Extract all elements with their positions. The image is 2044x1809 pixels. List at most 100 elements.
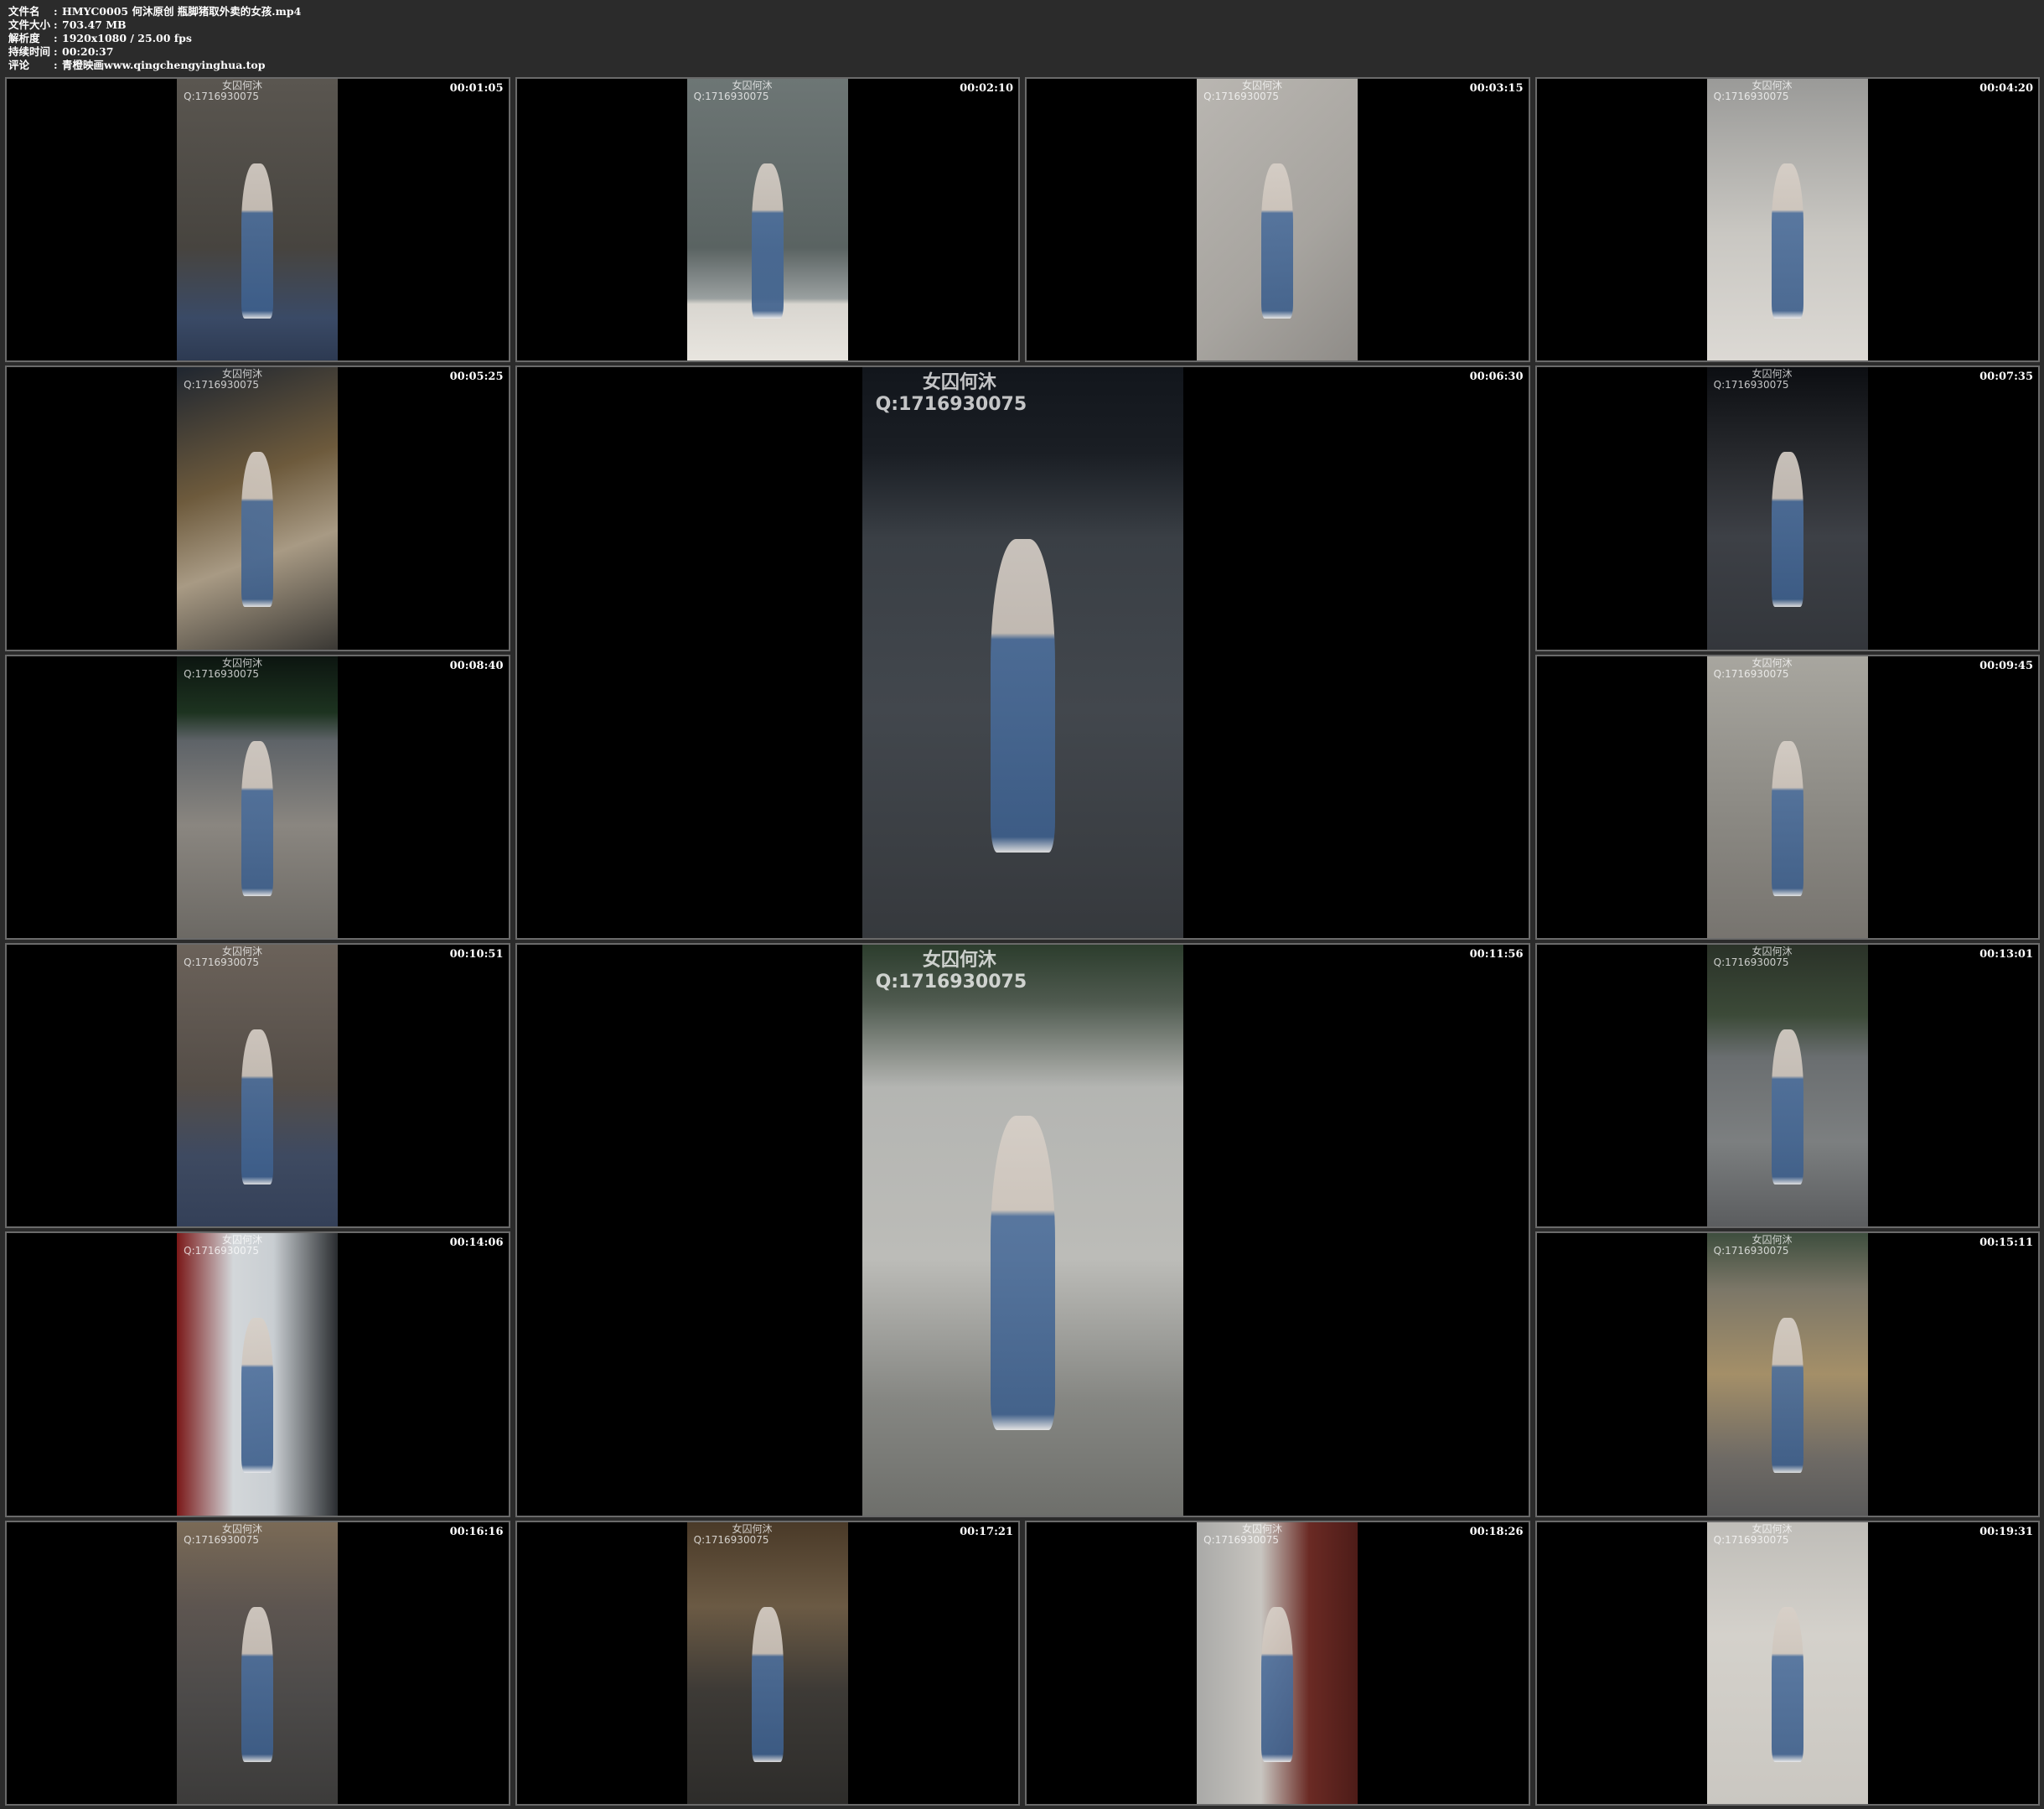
thumbnail-tile[interactable]: 女囚何沐 Q:1716930075 00:19:31 — [1534, 1520, 2040, 1806]
figure-silhouette — [241, 1029, 274, 1184]
figure-silhouette — [751, 1606, 784, 1762]
meta-label: 文件名 — [8, 5, 40, 18]
thumbnail-tile[interactable]: 女囚何沐 Q:1716930075 00:10:51 — [5, 943, 510, 1229]
video-frame: 女囚何沐 Q:1716930075 — [177, 1233, 338, 1516]
video-frame: 女囚何沐 Q:1716930075 — [862, 945, 1183, 1516]
figure-silhouette — [1771, 1029, 1803, 1184]
watermark: 女囚何沐 Q:1716930075 — [184, 369, 331, 391]
video-frame: 女囚何沐 Q:1716930075 — [1706, 656, 1868, 938]
video-frame: 女囚何沐 Q:1716930075 — [1197, 79, 1358, 361]
watermark-qq: Q:1716930075 — [1713, 667, 1789, 680]
thumbnail-tile[interactable]: 女囚何沐 Q:1716930075 00:01:05 — [5, 77, 510, 363]
timestamp: 00:16:16 — [449, 1525, 504, 1538]
meta-label: 评论 — [8, 59, 30, 71]
watermark: 女囚何沐 Q:1716930075 — [1714, 1523, 1861, 1546]
watermark-qq: Q:1716930075 — [184, 956, 259, 968]
watermark: 女囚何沐 Q:1716930075 — [184, 657, 331, 680]
watermark: 女囚何沐 Q:1716930075 — [694, 80, 841, 102]
meta-row-duration: 持续时间:00:20:37 — [8, 45, 114, 58]
thumbnail-tile[interactable]: 女囚何沐 Q:1716930075 00:18:26 — [1025, 1520, 1530, 1806]
watermark-name: 女囚何沐 — [922, 372, 996, 394]
timestamp: 00:09:45 — [1979, 659, 2033, 672]
thumbnail-tile[interactable]: 女囚何沐 Q:1716930075 00:16:16 — [5, 1520, 510, 1806]
thumbnail-tile[interactable]: 女囚何沐 Q:1716930075 00:15:11 — [1534, 1231, 2040, 1517]
meta-row-comment: 评论: 青橙映画www.qingchengyinghua.top — [8, 59, 266, 71]
watermark-qq: Q:1716930075 — [693, 1533, 769, 1546]
thumbnail-tile[interactable]: 女囚何沐 Q:1716930075 00:02:10 — [515, 77, 1020, 363]
thumbnail-tile[interactable]: 女囚何沐 Q:1716930075 00:13:01 — [1534, 943, 2040, 1229]
meta-value-filesize: 703.47 MB — [62, 18, 127, 31]
meta-label: 解析度 — [8, 32, 40, 44]
timestamp: 00:04:20 — [1979, 82, 2033, 95]
figure-silhouette — [241, 740, 274, 896]
thumbnail-tile-large[interactable]: 女囚何沐 Q:1716930075 00:11:56 — [515, 943, 1530, 1517]
meta-label: 持续时间 — [8, 45, 51, 58]
timestamp: 00:07:35 — [1979, 371, 2033, 384]
figure-silhouette — [991, 538, 1055, 853]
timestamp: 00:11:56 — [1469, 948, 1524, 961]
video-frame: 女囚何沐 Q:1716930075 — [177, 79, 338, 361]
watermark-qq: Q:1716930075 — [693, 91, 769, 102]
video-frame: 女囚何沐 Q:1716930075 — [1706, 1521, 1868, 1804]
video-frame: 女囚何沐 Q:1716930075 — [862, 367, 1183, 938]
figure-silhouette — [241, 1606, 274, 1762]
watermark-qq: Q:1716930075 — [184, 1245, 259, 1257]
timestamp: 00:14:06 — [449, 1236, 504, 1250]
watermark-qq: Q:1716930075 — [875, 394, 1027, 416]
figure-silhouette — [241, 163, 274, 319]
meta-row-resolution: 解析度:1920x1080 / 25.00 fps — [8, 32, 192, 44]
meta-value-filename: HMYC0005 何沐原创 瓶脚猪取外卖的女孩.mp4 — [62, 5, 302, 18]
watermark: 女囚何沐 Q:1716930075 — [184, 1523, 331, 1546]
watermark-qq: Q:1716930075 — [1713, 1245, 1789, 1257]
watermark-qq: Q:1716930075 — [1713, 956, 1789, 968]
thumbnail-tile[interactable]: 女囚何沐 Q:1716930075 00:14:06 — [5, 1231, 510, 1517]
watermark-qq: Q:1716930075 — [1203, 1533, 1279, 1546]
thumbnail-tile[interactable]: 女囚何沐 Q:1716930075 00:03:15 — [1025, 77, 1530, 363]
timestamp: 00:08:40 — [449, 659, 504, 672]
thumbnail-tile[interactable]: 女囚何沐 Q:1716930075 00:05:25 — [5, 365, 510, 651]
meta-row-filesize: 文件大小:703.47 MB — [8, 18, 127, 31]
thumbnail-tile[interactable]: 女囚何沐 Q:1716930075 00:04:20 — [1534, 77, 2040, 363]
watermark-qq: Q:1716930075 — [1713, 379, 1789, 391]
watermark-qq: Q:1716930075 — [184, 1533, 259, 1546]
timestamp: 00:02:10 — [960, 82, 1013, 95]
timestamp: 00:06:30 — [1469, 371, 1524, 384]
timestamp: 00:19:31 — [1979, 1525, 2033, 1538]
watermark-qq: Q:1716930075 — [184, 667, 259, 680]
timestamp: 00:18:26 — [1469, 1525, 1524, 1538]
timestamp: 00:10:51 — [449, 948, 504, 961]
timestamp: 00:05:25 — [449, 371, 504, 384]
video-frame: 女囚何沐 Q:1716930075 — [686, 79, 848, 361]
watermark: 女囚何沐 Q:1716930075 — [1714, 80, 1861, 102]
thumbnail-tile-large[interactable]: 女囚何沐 Q:1716930075 00:06:30 — [515, 365, 1530, 940]
watermark: 女囚何沐 Q:1716930075 — [1203, 1523, 1351, 1546]
thumbnail-tile[interactable]: 女囚何沐 Q:1716930075 00:09:45 — [1534, 654, 2040, 940]
thumbnail-grid: 女囚何沐 Q:1716930075 00:01:05 女囚何沐 Q:171693007… — [5, 77, 2040, 1806]
meta-row-filename: 文件名: HMYC0005 何沐原创 瓶脚猪取外卖的女孩.mp4 — [8, 5, 302, 18]
figure-silhouette — [1771, 740, 1803, 896]
thumbnail-tile[interactable]: 女囚何沐 Q:1716930075 00:08:40 — [5, 654, 510, 940]
watermark: 女囚何沐 Q:1716930075 — [693, 1523, 841, 1546]
figure-silhouette — [991, 1116, 1055, 1430]
thumbnail-tile[interactable]: 女囚何沐 Q:1716930075 00:17:21 — [515, 1520, 1020, 1806]
figure-silhouette — [751, 163, 784, 319]
watermark-qq: Q:1716930075 — [1203, 91, 1279, 102]
watermark: 女囚何沐 Q:1716930075 — [184, 1235, 331, 1257]
figure-silhouette — [1771, 452, 1803, 608]
watermark: 女囚何沐 Q:1716930075 — [1713, 657, 1861, 680]
video-frame: 女囚何沐 Q:1716930075 — [1706, 945, 1868, 1227]
meta-value-resolution: 1920x1080 / 25.00 fps — [62, 32, 192, 44]
file-info-header: 文件名: HMYC0005 何沐原创 瓶脚猪取外卖的女孩.mp4 文件大小:703… — [8, 5, 1182, 72]
figure-silhouette — [1771, 1318, 1803, 1474]
watermark-qq: Q:1716930075 — [1713, 91, 1789, 102]
figure-silhouette — [1771, 163, 1803, 319]
video-frame: 女囚何沐 Q:1716930075 — [686, 1521, 848, 1804]
meta-value-duration: 00:20:37 — [62, 45, 114, 58]
watermark: 女囚何沐 Q:1716930075 — [1714, 946, 1861, 968]
watermark: 女囚何沐 Q:1716930075 — [184, 80, 331, 102]
watermark-qq: Q:1716930075 — [184, 91, 259, 102]
video-frame: 女囚何沐 Q:1716930075 — [1706, 79, 1868, 361]
timestamp: 00:17:21 — [960, 1525, 1013, 1538]
video-frame: 女囚何沐 Q:1716930075 — [1197, 1521, 1358, 1804]
thumbnail-tile[interactable]: 女囚何沐 Q:1716930075 00:07:35 — [1534, 365, 2040, 651]
